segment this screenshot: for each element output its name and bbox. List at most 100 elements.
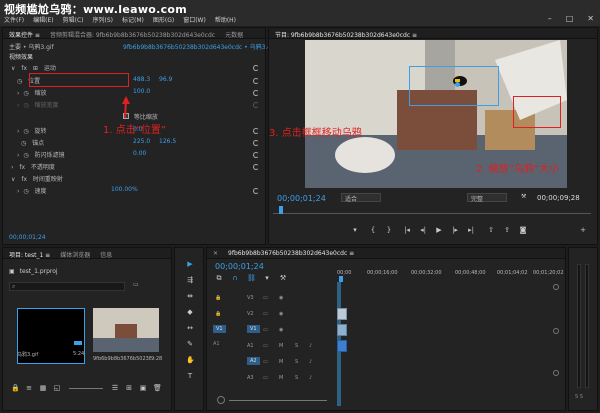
selection-tool-icon[interactable]: ▶	[186, 260, 194, 268]
track-lock-icon[interactable]: 🔒	[215, 295, 221, 301]
automate-icon[interactable]: ⊞	[125, 384, 133, 392]
solo-icon[interactable]: S	[295, 343, 298, 349]
hand-tool-icon[interactable]: ✋	[186, 356, 195, 364]
mic-icon[interactable]: ♪	[309, 359, 312, 365]
lock-icon[interactable]: 🔒	[11, 384, 20, 392]
audio-track-a3[interactable]: A3 ▭ M S ♪	[207, 372, 337, 384]
tab-project[interactable]: 项目: test_1 ≡	[9, 250, 50, 259]
add-button-icon[interactable]: +	[579, 226, 587, 234]
tab-info[interactable]: 信息	[100, 250, 112, 259]
sync-lock-icon[interactable]: ▭	[263, 327, 268, 333]
crow-position-handle[interactable]	[455, 82, 460, 87]
zoom-slider[interactable]	[69, 388, 103, 389]
program-scrubber[interactable]	[273, 206, 591, 214]
new-item-icon[interactable]: ▣	[139, 384, 147, 392]
ripple-edit-tool-icon[interactable]: ⇹	[186, 292, 194, 300]
sort-icon[interactable]: ☰	[111, 384, 119, 392]
timeline-zoom-slider[interactable]	[229, 400, 327, 401]
slip-tool-icon[interactable]: ↔	[186, 324, 194, 332]
mark-in-icon[interactable]: {	[369, 226, 377, 234]
icon-view-icon[interactable]: ▦	[39, 384, 47, 392]
type-tool-icon[interactable]: T	[186, 372, 194, 380]
video-track-v3[interactable]: 🔒 V3 ▭ ◉	[207, 292, 337, 304]
transport-controls: ▾ { } |◂ ◂| ▶ |▸ ▸| ⇧ ⇪ ◙ +	[269, 226, 599, 238]
vertical-scroll-handle[interactable]	[553, 370, 559, 376]
vertical-scroll-handle[interactable]	[553, 284, 559, 290]
program-monitor-title[interactable]: 节目: 9fb6b9b8b3676b50238b302d643e0cdc ≡	[275, 30, 417, 39]
add-marker-icon[interactable]: ▾	[263, 274, 271, 282]
new-bin-icon[interactable]: ▭	[133, 281, 139, 288]
wrench-icon[interactable]: ⚒	[521, 193, 526, 200]
add-marker-icon[interactable]: ▾	[351, 226, 359, 234]
list-view-icon[interactable]: ≡	[25, 384, 33, 392]
clip-audio-a1[interactable]	[337, 340, 347, 352]
eye-icon[interactable]: ◉	[279, 295, 283, 301]
mic-icon[interactable]: ♪	[309, 375, 312, 381]
track-name: V3	[247, 295, 254, 301]
delete-icon[interactable]: 🗑	[153, 384, 162, 392]
step-back-icon[interactable]: ◂|	[419, 226, 427, 234]
timeline-zoom-icon[interactable]	[217, 396, 225, 404]
sync-lock-icon[interactable]: ▭	[263, 343, 268, 349]
sync-lock-icon[interactable]: ▭	[263, 375, 268, 381]
play-icon[interactable]: ▶	[435, 226, 443, 234]
video-track-v1[interactable]: V1 V1 ▭ ◉	[207, 324, 337, 336]
razor-tool-icon[interactable]: ◆	[186, 308, 194, 316]
export-frame-icon[interactable]: ◙	[519, 226, 527, 234]
eye-icon[interactable]: ◉	[279, 327, 283, 333]
quality-select[interactable]: 完整	[467, 193, 507, 203]
project-file-name: test_1.prproj	[19, 268, 58, 275]
sync-lock-icon[interactable]: ▭	[263, 359, 268, 365]
solo-meter-icon[interactable]: S S	[575, 394, 583, 400]
mute-icon[interactable]: M	[279, 359, 283, 365]
freeform-view-icon[interactable]: ◱	[53, 384, 61, 392]
lift-icon[interactable]: ⇧	[487, 226, 495, 234]
program-timecode[interactable]: 00;00;01;24	[277, 194, 326, 203]
mark-out-icon[interactable]: }	[385, 226, 393, 234]
timeline-sequence-title[interactable]: 9fb6b9b8b3676b50238b302d643e0cdc ≡	[228, 250, 354, 257]
annotation-step3: 3. 点击框框移动乌鸦	[269, 128, 362, 139]
playhead-icon[interactable]	[279, 206, 283, 214]
solo-icon[interactable]: S	[295, 375, 298, 381]
linked-selection-icon[interactable]: ⛓	[247, 274, 256, 282]
source-patch-a1[interactable]: A1	[213, 341, 220, 347]
pen-tool-icon[interactable]: ✎	[186, 340, 194, 348]
timeline-ruler[interactable]: 00;00 00;00;16;00 00;00;32;00 00;00;48;0…	[337, 268, 564, 282]
mute-icon[interactable]: M	[279, 343, 283, 349]
go-to-out-icon[interactable]: ▸|	[467, 226, 475, 234]
mic-icon[interactable]: ♪	[309, 343, 312, 349]
eye-icon[interactable]: ◉	[279, 311, 283, 317]
nest-icon[interactable]: ⧉	[215, 274, 223, 282]
track-lock-icon[interactable]: 🔒	[215, 311, 221, 317]
go-to-in-icon[interactable]: |◂	[403, 226, 411, 234]
sync-lock-icon[interactable]: ▭	[263, 311, 268, 317]
step-forward-icon[interactable]: |▸	[451, 226, 459, 234]
mute-icon[interactable]: M	[279, 375, 283, 381]
track-name[interactable]: V1	[247, 325, 260, 333]
clip-crow-v2[interactable]	[337, 308, 347, 320]
source-patch-v1[interactable]: V1	[213, 325, 226, 333]
project-item-video[interactable]	[93, 308, 159, 352]
audio-track-a2[interactable]: A2 ▭ M S ♪	[207, 356, 337, 368]
timeline-timecode[interactable]: 00;00;01;24	[215, 262, 264, 271]
fit-select[interactable]: 适合	[341, 193, 381, 203]
close-icon[interactable]: ✕	[213, 250, 218, 257]
timeline-settings-icon[interactable]: ⚒	[279, 274, 287, 282]
clip-video-v1[interactable]	[337, 324, 347, 336]
audio-track-a1[interactable]: A1 ▭ M S ♪	[207, 340, 337, 352]
transform-bounding-box[interactable]	[409, 66, 499, 106]
track-name[interactable]: A2	[247, 357, 260, 365]
program-monitor-panel: 节目: 9fb6b9b8b3676b50238b302d643e0cdc ≡ 3…	[268, 27, 598, 245]
project-search-input[interactable]: ⌕	[9, 282, 125, 291]
track-select-tool-icon[interactable]: ⇶	[186, 276, 194, 284]
track-name: V2	[247, 311, 254, 317]
tab-media-browser[interactable]: 媒体浏览器	[60, 250, 90, 259]
snap-icon[interactable]: ∩	[231, 274, 239, 282]
project-bottom-bar: 🔒 ≡ ▦ ◱ ☰ ⊞ ▣ 🗑	[3, 384, 173, 394]
sync-lock-icon[interactable]: ▭	[263, 295, 268, 301]
vertical-scroll-handle[interactable]	[553, 328, 559, 334]
video-track-v2[interactable]: 🔒 V2 ▭ ◉	[207, 308, 337, 320]
solo-icon[interactable]: S	[295, 359, 298, 365]
extract-icon[interactable]: ⇪	[503, 226, 511, 234]
timeline-panel: ✕ 9fb6b9b8b3676b50238b302d643e0cdc ≡ 00;…	[206, 247, 566, 411]
